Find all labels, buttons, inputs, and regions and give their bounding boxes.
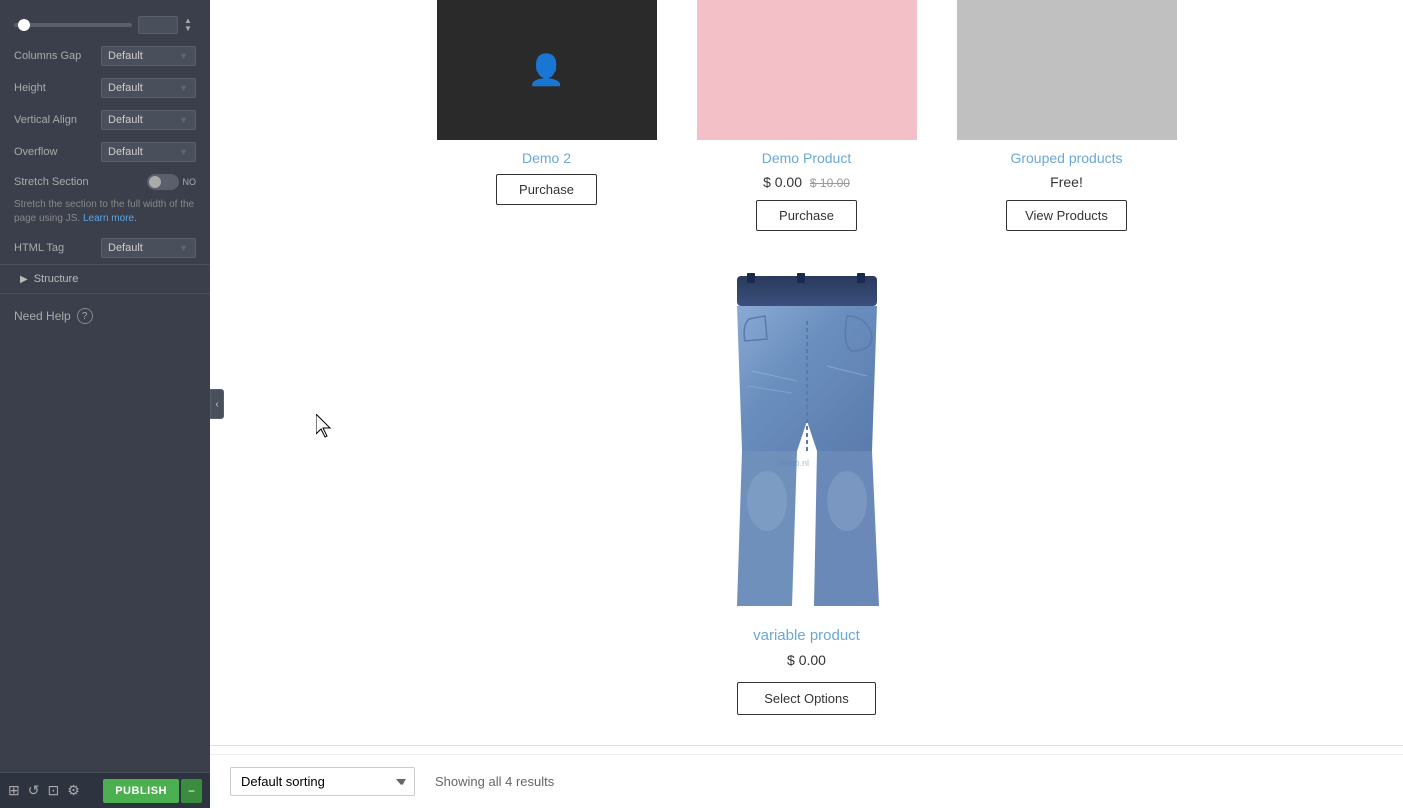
product-grouped-view-btn[interactable]: View Products bbox=[1006, 200, 1127, 231]
overflow-row: Overflow Default bbox=[0, 136, 210, 168]
overflow-select[interactable]: Default bbox=[101, 142, 196, 162]
product-demo-image bbox=[697, 0, 917, 140]
svg-text:demo.nl: demo.nl bbox=[777, 458, 809, 468]
product-demo-name[interactable]: Demo Product bbox=[762, 150, 851, 166]
product-demo-product: Demo Product $ 0.00 $ 10.00 Purchase bbox=[677, 0, 937, 251]
toggle-right: NO bbox=[147, 174, 197, 190]
structure-arrow-icon: ▶ bbox=[20, 274, 28, 285]
toggle-no-label: NO bbox=[183, 177, 197, 187]
html-tag-row: HTML Tag Default bbox=[0, 232, 210, 264]
height-row: Height Default bbox=[0, 72, 210, 104]
product-demo2-name[interactable]: Demo 2 bbox=[522, 150, 571, 166]
product-demo-price: $ 0.00 $ 10.00 bbox=[763, 174, 850, 190]
bottom-toolbar: ⊞ ↺ ⊡ ⚙ PUBLISH − bbox=[0, 772, 210, 808]
product-demo2-img-icon: 👤 bbox=[528, 53, 565, 88]
structure-label: Structure bbox=[34, 273, 79, 285]
columns-gap-row: Columns Gap Default bbox=[0, 40, 210, 72]
columns-gap-select[interactable]: Default bbox=[101, 46, 196, 66]
sidebar-content: ▲ ▼ Columns Gap Default Height Default bbox=[0, 0, 210, 808]
slider-input[interactable] bbox=[138, 16, 178, 34]
columns-gap-label: Columns Gap bbox=[14, 50, 81, 62]
height-label: Height bbox=[14, 82, 46, 94]
product-demo-original-price: $ 10.00 bbox=[810, 176, 850, 190]
html-tag-label: HTML Tag bbox=[14, 242, 64, 254]
publish-button[interactable]: PUBLISH bbox=[103, 779, 179, 803]
slider-thumb[interactable] bbox=[18, 19, 30, 31]
product-grid-top: 👤 Demo 2 Purchase Demo Product $ 0.00 $ … bbox=[210, 0, 1403, 251]
vertical-align-row: Vertical Align Default bbox=[0, 104, 210, 136]
page-divider bbox=[210, 745, 1403, 746]
publish-group: PUBLISH − bbox=[103, 779, 202, 803]
variable-product-section: demo.nl variable product $ 0.00 Select O… bbox=[210, 251, 1403, 735]
product-grouped: Grouped products Free! View Products bbox=[937, 0, 1197, 251]
history-icon[interactable]: ↺ bbox=[28, 782, 40, 799]
product-demo-purchase-btn[interactable]: Purchase bbox=[756, 200, 857, 231]
product-demo2: 👤 Demo 2 Purchase bbox=[417, 0, 677, 251]
overflow-label: Overflow bbox=[14, 146, 57, 158]
slider-track[interactable] bbox=[14, 23, 132, 27]
footer-bar: Default sorting Sort by popularity Sort … bbox=[210, 754, 1403, 808]
layers-icon[interactable]: ⊞ bbox=[8, 782, 20, 799]
stretch-section-label: Stretch Section bbox=[14, 176, 89, 188]
slider-row: ▲ ▼ bbox=[0, 10, 210, 40]
stretch-toggle[interactable] bbox=[147, 174, 179, 190]
sidebar: ▲ ▼ Columns Gap Default Height Default bbox=[0, 0, 210, 808]
vertical-align-select[interactable]: Default bbox=[101, 110, 196, 130]
help-icon[interactable]: ? bbox=[77, 308, 93, 324]
select-options-button[interactable]: Select Options bbox=[737, 682, 876, 715]
product-demo2-image: 👤 bbox=[437, 0, 657, 140]
stretch-note: Stretch the section to the full width of… bbox=[0, 196, 210, 232]
vertical-align-label: Vertical Align bbox=[14, 114, 77, 126]
toolbar-icons: ⊞ ↺ ⊡ ⚙ bbox=[8, 782, 80, 799]
jeans-svg: demo.nl bbox=[717, 271, 897, 611]
need-help-section: Need Help ? bbox=[0, 293, 210, 338]
main-content: 👤 Demo 2 Purchase Demo Product $ 0.00 $ … bbox=[210, 0, 1403, 808]
slider-spinner[interactable]: ▲ ▼ bbox=[184, 17, 196, 33]
sidebar-collapse-button[interactable]: ‹ bbox=[210, 389, 224, 419]
stretch-section-row: Stretch Section NO bbox=[0, 168, 210, 196]
product-demo2-purchase-btn[interactable]: Purchase bbox=[496, 174, 597, 205]
structure-row[interactable]: ▶ Structure bbox=[0, 264, 210, 293]
html-tag-select[interactable]: Default bbox=[101, 238, 196, 258]
preview-icon[interactable]: ⊡ bbox=[47, 782, 59, 799]
variable-product-name[interactable]: variable product bbox=[753, 627, 860, 644]
sorting-select[interactable]: Default sorting Sort by popularity Sort … bbox=[230, 767, 415, 796]
settings-icon[interactable]: ⚙ bbox=[67, 782, 80, 799]
need-help-label: Need Help bbox=[14, 309, 71, 323]
learn-more-link[interactable]: Learn more. bbox=[83, 213, 137, 224]
variable-product-image-wrap: demo.nl bbox=[717, 271, 897, 611]
product-grouped-name[interactable]: Grouped products bbox=[1010, 150, 1122, 166]
height-select[interactable]: Default bbox=[101, 78, 196, 98]
publish-minus-button[interactable]: − bbox=[181, 779, 202, 803]
product-grouped-image bbox=[957, 0, 1177, 140]
variable-product-price: $ 0.00 bbox=[787, 652, 826, 668]
sorting-wrapper: Default sorting Sort by popularity Sort … bbox=[230, 767, 415, 796]
results-text: Showing all 4 results bbox=[435, 774, 554, 789]
product-demo-current-price: $ 0.00 bbox=[763, 174, 802, 190]
product-grouped-free: Free! bbox=[1050, 174, 1083, 190]
